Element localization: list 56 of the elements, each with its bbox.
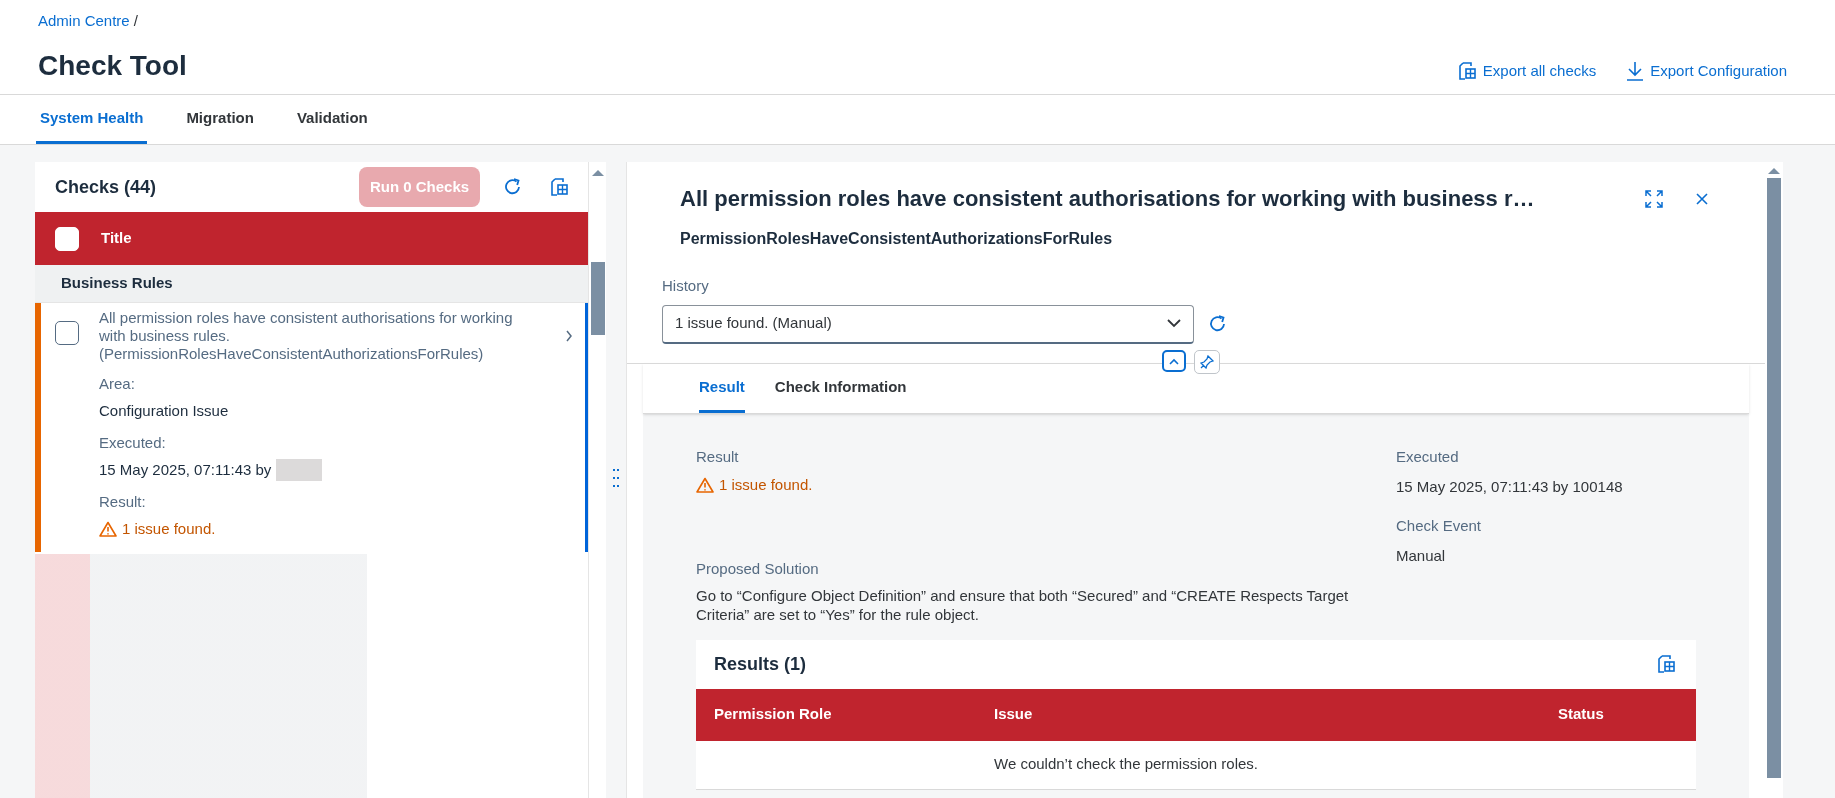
- column-header: Issue: [994, 704, 1034, 725]
- refresh-icon: [1208, 314, 1228, 334]
- column-header: Permission Role: [714, 704, 833, 725]
- chevron-up-icon: [1169, 357, 1179, 365]
- column-header: Status: [1558, 704, 1605, 725]
- tab[interactable]: Check Information: [774, 364, 907, 413]
- field-label: Result: [696, 447, 740, 467]
- field-label: Proposed Solution: [696, 559, 820, 579]
- detail-subtitle: PermissionRolesHaveConsistentAuthorizationsForRules: [679, 229, 1114, 249]
- collapse-header-button[interactable]: [1162, 350, 1186, 372]
- field-value: 15 May 2025, 07:11:43 by 100148: [1396, 476, 1624, 497]
- export-icon: [1456, 61, 1477, 82]
- chevron-right-icon: [565, 330, 574, 342]
- field-value: Configuration Issue: [99, 400, 230, 421]
- result-status: 1 issue found.: [99, 517, 574, 540]
- tab[interactable]: Migration: [182, 95, 258, 144]
- detail-title: All permission roles have consistent authorisations for working with business r…: [680, 185, 1536, 213]
- check-title: All permission roles have consistent authorisations for working with business rules. (PermissionRolesHaveConsistentAuthorizationsForRules): [99, 309, 514, 363]
- table-title: Results (1): [714, 652, 808, 676]
- export-configuration-link[interactable]: Export Configuration: [1626, 60, 1787, 83]
- tab[interactable]: System Health: [36, 95, 148, 144]
- field-value: Manual: [1396, 545, 1447, 566]
- download-icon: [1626, 61, 1645, 82]
- breadcrumb-link[interactable]: Admin Centre: [38, 10, 130, 33]
- breadcrumb-separator: /: [133, 11, 138, 31]
- field-label: Executed:: [99, 433, 167, 453]
- field-value: 15 May 2025, 07:11:43 by: [99, 459, 272, 480]
- field-label: Result:: [99, 492, 147, 512]
- export-icon: [1656, 654, 1676, 674]
- page-title: Check Tool: [38, 48, 187, 83]
- close-icon[interactable]: [1694, 190, 1710, 207]
- export-link[interactable]: Export all checks: [1456, 60, 1597, 83]
- field-label: Executed: [1396, 447, 1460, 467]
- column-header: Title: [101, 228, 132, 249]
- checkbox[interactable]: [55, 321, 79, 345]
- pin-icon: [1200, 355, 1214, 369]
- field-label: Area:: [99, 374, 136, 394]
- check-list-item[interactable]: [35, 303, 589, 552]
- fullscreen-icon[interactable]: [1644, 188, 1664, 209]
- tab[interactable]: Result: [699, 364, 745, 413]
- history-dropdown[interactable]: 1 issue found. (Manual): [662, 304, 1194, 344]
- field-label: History: [662, 276, 710, 296]
- tab[interactable]: Validation: [292, 95, 372, 144]
- warning-icon: [696, 476, 714, 493]
- result-status: 1 issue found.: [696, 473, 1396, 496]
- pin-button[interactable]: [1194, 350, 1220, 374]
- group-header: Business Rules: [35, 265, 589, 303]
- panel-title: Checks (44): [55, 175, 158, 199]
- empty-table-message: We couldn’t check the permission roles.: [994, 754, 1259, 775]
- warning-icon: [99, 520, 117, 537]
- chevron-down-icon: [1167, 319, 1181, 328]
- redacted-block: [276, 458, 323, 481]
- scrollbar[interactable]: [588, 162, 607, 798]
- proposed-solution-text: Go to “Configure Object Definition” and ensure that both “Secured” and “CREATE Respects Target Criteria” are set to “Yes” for the rule object.: [696, 585, 1350, 624]
- field-label: Check Event: [1396, 516, 1483, 536]
- export-icon: [549, 177, 570, 197]
